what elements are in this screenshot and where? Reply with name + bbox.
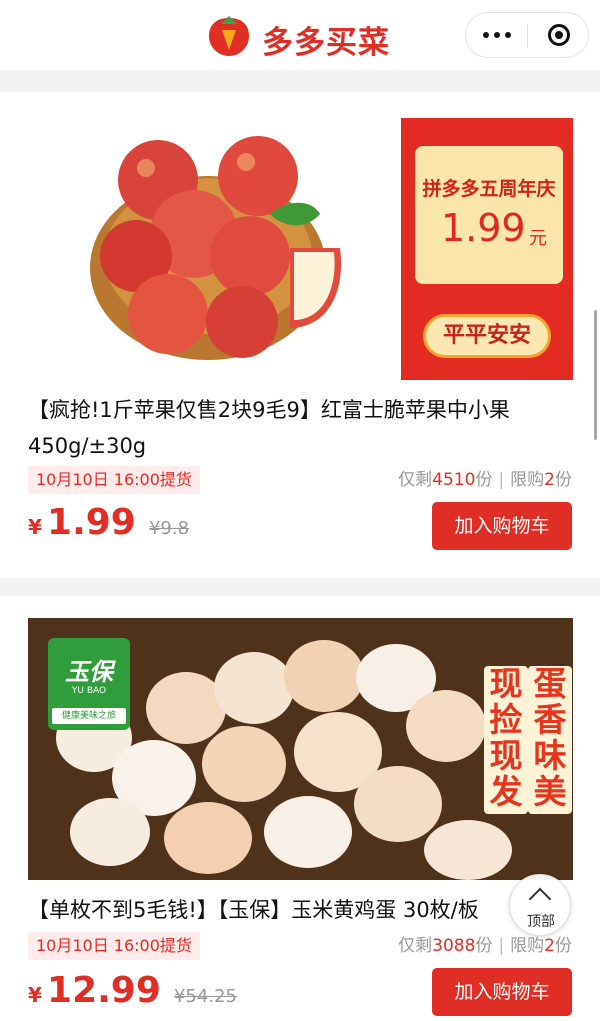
app-logo-icon (209, 16, 249, 56)
stock-unit: 份 (475, 470, 493, 490)
product-title[interactable]: 【单枚不到5毛钱!】【玉保】玉米黄鸡蛋 30枚/板 (28, 892, 573, 928)
promo-price: 1.99 (441, 206, 526, 250)
limit-count: 2 (544, 470, 555, 490)
product-title[interactable]: 【疯抢!1斤苹果仅售2块9毛9】红富士脆苹果中小果 450g/±30g (28, 392, 573, 464)
promo-unit: 元 (529, 228, 547, 249)
miniprogram-capsule (465, 12, 589, 58)
currency-symbol: ¥ (28, 515, 42, 539)
brand-logo: 玉保 YU BAO 健康美味之旅 (48, 638, 130, 730)
slogan-right: 蛋香味美 (528, 666, 572, 814)
close-target-icon[interactable] (528, 13, 589, 57)
limit-label: 限购 (510, 470, 545, 490)
app-title: 多多买菜 (262, 25, 390, 61)
product-card-apple[interactable]: 拼多多五周年庆 1.99 元 平平安安 【疯抢!1斤苹果仅售2块9毛9】红富士脆… (0, 92, 600, 578)
promo-panel: 拼多多五周年庆 1.99 元 平平安安 (401, 118, 573, 380)
brand-slogan: 健康美味之旅 (52, 708, 126, 724)
add-to-cart-button[interactable]: 加入购物车 (432, 968, 572, 1016)
limit-unit: 份 (555, 936, 572, 956)
stock-info: 仅剩3088份 | 限购2份 (398, 932, 572, 960)
pickup-time-tag: 10月10日 16:00提货 (28, 466, 200, 494)
stock-separator: | (498, 470, 505, 490)
currency-symbol: ¥ (28, 983, 42, 1007)
stock-label: 仅剩 (398, 936, 433, 956)
current-price: 1.99 (47, 502, 136, 543)
promo-card: 拼多多五周年庆 1.99 元 (415, 146, 563, 284)
price-row: ¥ 1.99 ¥9.8 (28, 502, 189, 543)
stock-unit: 份 (475, 936, 493, 956)
back-to-top-button[interactable]: 顶部 (509, 874, 571, 936)
chevron-up-icon (528, 887, 552, 911)
product-card-eggs[interactable]: 玉保 YU BAO 健康美味之旅 现捡现发 蛋香味美 【单枚不到5毛钱!】【玉保… (0, 596, 600, 1021)
limit-count: 2 (544, 936, 555, 956)
brand-pinyin: YU BAO (71, 686, 107, 696)
promo-title: 拼多多五周年庆 (422, 178, 556, 200)
back-to-top-label: 顶部 (527, 914, 555, 930)
stock-label: 仅剩 (398, 470, 433, 490)
scrollbar[interactable] (594, 310, 597, 440)
slogan-left: 现捡现发 (484, 666, 528, 814)
product-banner[interactable]: 玉保 YU BAO 健康美味之旅 现捡现发 蛋香味美 (28, 618, 573, 880)
add-to-cart-button[interactable]: 加入购物车 (432, 502, 572, 550)
stock-count: 4510 (432, 470, 476, 490)
promo-badge: 平平安安 (423, 314, 551, 358)
stock-count: 3088 (432, 936, 476, 956)
original-price: ¥54.25 (173, 986, 237, 1007)
current-price: 12.99 (47, 970, 161, 1011)
more-dots-icon[interactable] (466, 13, 527, 57)
pickup-time-tag: 10月10日 16:00提货 (28, 932, 200, 960)
limit-label: 限购 (510, 936, 545, 956)
top-nav-bar: 多多买菜 (0, 0, 600, 70)
stock-separator: | (498, 936, 505, 956)
brand-name: 玉保 (65, 658, 113, 686)
stock-info: 仅剩4510份 | 限购2份 (398, 466, 572, 494)
limit-unit: 份 (555, 470, 572, 490)
apple-basket-image (90, 136, 342, 360)
price-row: ¥ 12.99 ¥54.25 (28, 970, 237, 1011)
original-price: ¥9.8 (148, 518, 190, 539)
product-banner[interactable]: 拼多多五周年庆 1.99 元 平平安安 (28, 118, 573, 380)
